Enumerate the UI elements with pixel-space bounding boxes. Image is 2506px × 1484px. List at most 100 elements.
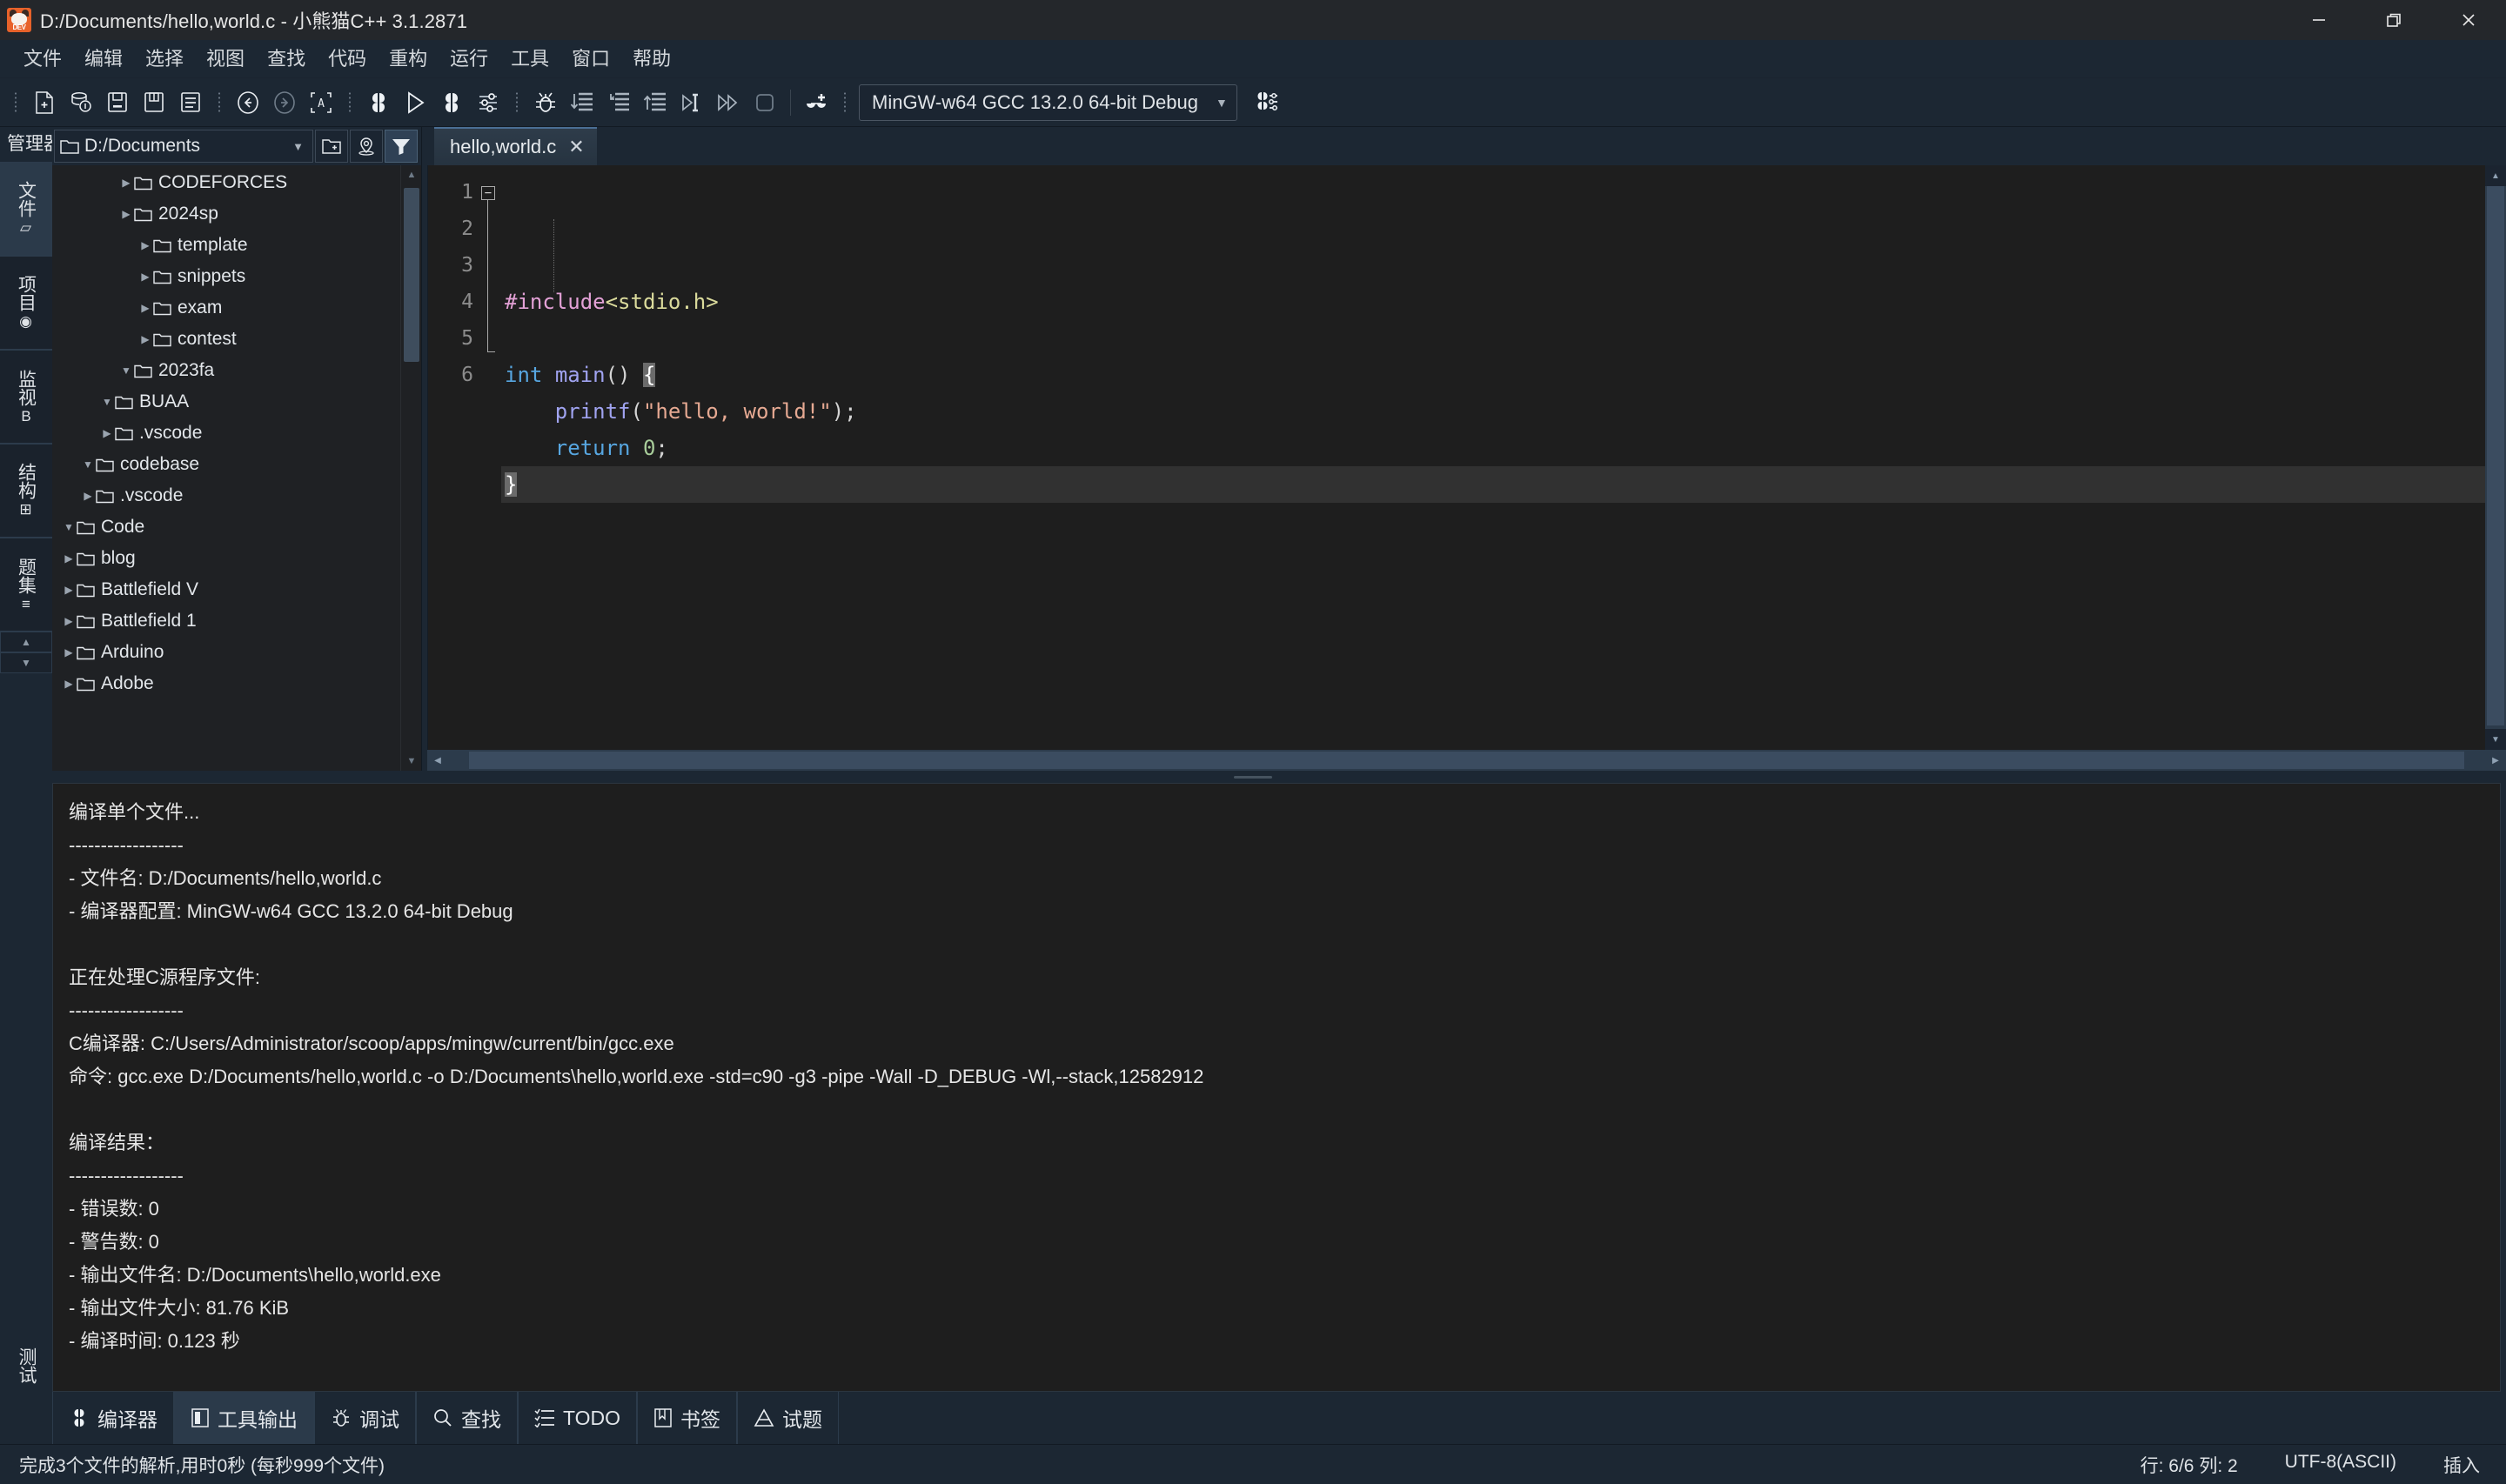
run-to-cursor-icon[interactable] — [675, 85, 708, 120]
close-button[interactable] — [2431, 0, 2506, 40]
save-as-icon[interactable] — [137, 85, 171, 120]
vtab-structure[interactable]: 结构 ⊞ — [0, 444, 52, 538]
add-watch-icon[interactable] — [800, 85, 833, 120]
step-out-icon[interactable] — [639, 85, 672, 120]
scroll-right-arrow[interactable]: ▶ — [2485, 750, 2506, 771]
editor-vertical-scrollbar[interactable]: ▲ ▼ — [2485, 165, 2506, 750]
chevron-right-icon[interactable]: ▶ — [61, 584, 77, 596]
code-view[interactable]: 1 2 3 4 5 6 − #include<stdio.h> int main() { … — [427, 165, 2506, 750]
tree-item[interactable]: ▶ blog — [52, 543, 421, 574]
editor-hscroll-thumb[interactable] — [469, 752, 2464, 769]
toolbar-grip-2[interactable] — [214, 90, 224, 116]
fold-gutter[interactable]: − — [477, 165, 501, 750]
new-folder-icon[interactable] — [315, 130, 348, 163]
new-file-icon[interactable] — [28, 85, 61, 120]
editor-tab[interactable]: hello,world.c ✕ — [434, 127, 597, 165]
options-icon[interactable] — [472, 85, 505, 120]
step-over-icon[interactable] — [566, 85, 599, 120]
locate-icon[interactable] — [350, 130, 383, 163]
chevron-down-icon[interactable]: ▼ — [99, 396, 115, 408]
tree-item[interactable]: ▶ .vscode — [52, 418, 421, 449]
chevron-right-icon[interactable]: ▶ — [118, 177, 134, 189]
code-line[interactable]: printf("hello, world!"); — [501, 393, 2485, 430]
menu-window[interactable]: 窗口 — [560, 43, 621, 75]
tree-item[interactable]: ▼ Code — [52, 511, 421, 543]
undo-icon[interactable] — [231, 85, 265, 120]
menu-edit[interactable]: 编辑 — [73, 43, 134, 75]
debug-bug-icon[interactable] — [529, 85, 562, 120]
chevron-down-icon[interactable]: ▼ — [61, 521, 77, 533]
tree-item[interactable]: ▼ codebase — [52, 449, 421, 480]
editor-horizontal-scrollbar[interactable]: ◀ ▶ — [427, 750, 2506, 771]
compile-run-icon[interactable] — [435, 85, 468, 120]
btab-todo[interactable]: TODO — [518, 1392, 638, 1444]
toolbar-grip-5[interactable] — [840, 90, 850, 116]
vtab-project[interactable]: 项目 ◉ — [0, 256, 52, 350]
scroll-up-arrow[interactable]: ▲ — [2485, 165, 2506, 186]
tree-item[interactable]: ▼ BUAA — [52, 386, 421, 418]
tree-item[interactable]: ▶ template — [52, 230, 421, 261]
code-line[interactable]: int main() { — [501, 357, 2485, 393]
tree-item[interactable]: ▶ Battlefield 1 — [52, 605, 421, 637]
scroll-left-arrow[interactable]: ◀ — [427, 750, 448, 771]
chevron-down-icon[interactable]: ▼ — [118, 364, 134, 377]
btab-bookmark[interactable]: 书签 — [637, 1392, 738, 1444]
explorer-scrollbar[interactable]: ▲ ▼ — [400, 165, 421, 771]
save-all-icon[interactable] — [174, 85, 207, 120]
vtab-test[interactable]: 测试 — [13, 1347, 39, 1388]
menu-select[interactable]: 选择 — [134, 43, 195, 75]
minimize-button[interactable] — [2282, 0, 2356, 40]
menu-view[interactable]: 视图 — [195, 43, 256, 75]
menu-tools[interactable]: 工具 — [499, 43, 560, 75]
chevron-right-icon[interactable]: ▶ — [137, 239, 153, 251]
chevron-right-icon[interactable]: ▶ — [137, 333, 153, 345]
tree-item[interactable]: ▶ CODEFORCES — [52, 167, 421, 198]
scroll-down-arrow[interactable]: ▼ — [401, 752, 421, 771]
menu-find[interactable]: 查找 — [256, 43, 317, 75]
code-line[interactable]: #include<stdio.h> — [501, 284, 2485, 320]
btab-debug[interactable]: 调试 — [314, 1392, 416, 1444]
scroll-up-arrow[interactable]: ▲ — [401, 165, 421, 184]
editor-vscroll-thumb[interactable] — [2487, 186, 2504, 725]
toolbar-grip-4[interactable] — [512, 90, 522, 116]
path-combo[interactable]: D:/Documents ▼ — [54, 130, 313, 163]
tree-item[interactable]: ▶ Arduino — [52, 637, 421, 668]
tree-item[interactable]: ▼ 2023fa — [52, 355, 421, 386]
tree-item[interactable]: ▶ Adobe — [52, 668, 421, 699]
chevron-right-icon[interactable]: ▶ — [99, 427, 115, 439]
btab-tool-output[interactable]: 工具输出 — [174, 1392, 314, 1444]
insert-mode[interactable]: 插入 — [2443, 1452, 2480, 1478]
menu-run[interactable]: 运行 — [439, 43, 499, 75]
file-tree[interactable]: ▶ CODEFORCES ▶ 2024sp ▶ template ▶ snippets ▶ exa… — [52, 165, 421, 771]
continue-icon[interactable] — [712, 85, 745, 120]
toolbar-grip[interactable] — [10, 90, 21, 116]
tree-item[interactable]: ▶ 2024sp — [52, 198, 421, 230]
editor-console-splitter[interactable] — [0, 771, 2506, 783]
menu-refactor[interactable]: 重构 — [378, 43, 439, 75]
restore-button[interactable] — [2356, 0, 2431, 40]
menu-file[interactable]: 文件 — [12, 43, 73, 75]
btab-compiler[interactable]: 编译器 — [52, 1392, 174, 1444]
tree-item[interactable]: ▶ exam — [52, 292, 421, 324]
step-into-icon[interactable] — [602, 85, 635, 120]
code-line[interactable] — [501, 320, 2485, 357]
chevron-right-icon[interactable]: ▶ — [61, 646, 77, 658]
btab-find[interactable]: 查找 — [416, 1392, 518, 1444]
tool-output-console[interactable]: 编译单个文件... ------------------ - 文件名: D:/D… — [52, 783, 2501, 1392]
code-line[interactable]: return 0; — [501, 430, 2485, 466]
chevron-right-icon[interactable]: ▶ — [118, 208, 134, 220]
chevron-down-icon[interactable]: ▼ — [80, 458, 96, 471]
new-project-icon[interactable] — [64, 85, 97, 120]
explorer-scroll-thumb[interactable] — [404, 188, 419, 362]
vtab-watch[interactable]: 监视 B — [0, 350, 52, 444]
compiler-set-combo[interactable]: MinGW-w64 GCC 13.2.0 64-bit Debug ▼ — [859, 84, 1237, 121]
tree-item[interactable]: ▶ .vscode — [52, 480, 421, 511]
filter-icon[interactable] — [385, 130, 418, 163]
stop-icon[interactable] — [748, 85, 781, 120]
vtabs-scroll-up[interactable]: ▲ — [0, 632, 52, 652]
save-icon[interactable] — [101, 85, 134, 120]
code-line[interactable]: } — [501, 466, 2485, 503]
vtab-problemset[interactable]: 题集 ≡ — [0, 538, 52, 632]
chevron-right-icon[interactable]: ▶ — [137, 302, 153, 314]
chevron-right-icon[interactable]: ▶ — [137, 271, 153, 283]
